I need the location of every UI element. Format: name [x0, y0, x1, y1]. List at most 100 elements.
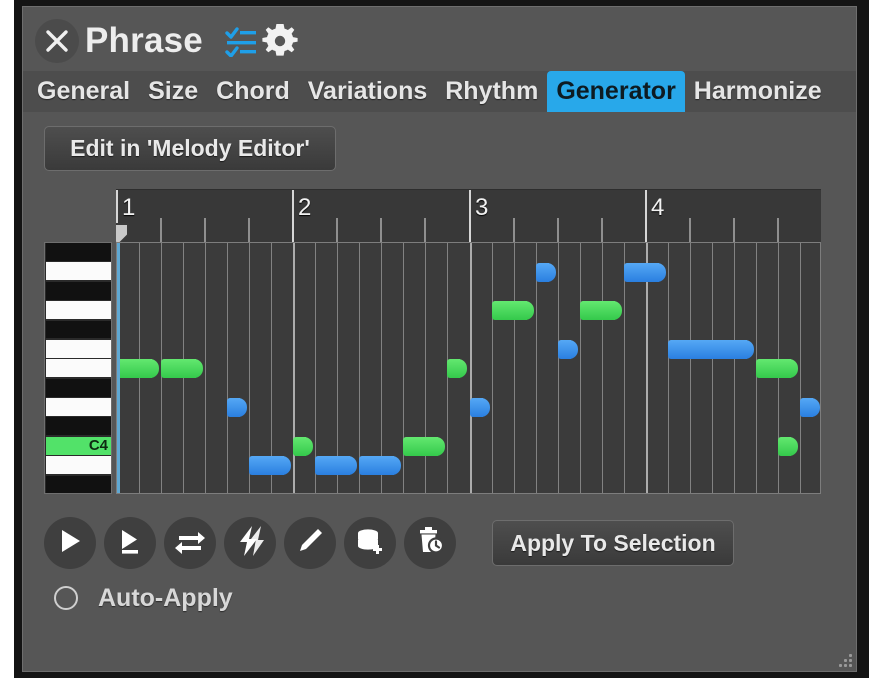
note-block[interactable] [315, 456, 357, 475]
play-selection-button[interactable] [104, 517, 156, 569]
play-button[interactable] [44, 517, 96, 569]
note-tip [149, 359, 159, 378]
apply-to-selection-button[interactable]: Apply To Selection [492, 520, 734, 566]
clear-history-button[interactable] [404, 517, 456, 569]
tab-harmonize[interactable]: Harmonize [685, 71, 831, 112]
piano-key[interactable] [46, 417, 111, 435]
note-block[interactable] [227, 398, 247, 417]
note-block[interactable] [492, 301, 534, 320]
ruler-tick [160, 218, 162, 242]
lightning-icon [235, 525, 265, 562]
note-block[interactable] [117, 359, 159, 378]
grid-cell-line [227, 243, 228, 493]
auto-apply-label: Auto-Apply [98, 584, 233, 613]
ruler-bar-number: 1 [122, 194, 135, 222]
tab-generator[interactable]: Generator [547, 71, 684, 112]
piano-key[interactable] [46, 243, 111, 261]
ruler-bar-number: 3 [475, 194, 488, 222]
note-tip [237, 398, 247, 417]
close-x-icon[interactable] [35, 19, 79, 63]
title-bar: Phrase [23, 7, 856, 71]
note-block[interactable] [470, 398, 490, 417]
piano-key[interactable] [46, 379, 111, 397]
piano-key[interactable] [46, 262, 111, 280]
phrase-window: Phrase Gene [22, 6, 857, 672]
note-block[interactable] [536, 263, 556, 282]
ruler-tick [424, 218, 426, 242]
note-tip [788, 437, 798, 456]
generate-button[interactable] [224, 517, 276, 569]
tab-size[interactable]: Size [139, 71, 207, 112]
grid-cell-line [690, 243, 691, 493]
playhead-handle[interactable] [116, 222, 130, 242]
note-block[interactable] [668, 340, 754, 359]
note-tip [480, 398, 490, 417]
database-add-icon [355, 526, 385, 561]
loop-button[interactable] [164, 517, 216, 569]
piano-key[interactable] [46, 301, 111, 319]
trash-history-icon [415, 526, 445, 561]
piano-key[interactable] [46, 456, 111, 474]
pencil-icon [295, 526, 325, 561]
grid-cell-line [668, 243, 669, 493]
note-block[interactable] [447, 359, 467, 378]
grid-cell-line [800, 243, 801, 493]
note-block[interactable] [249, 456, 291, 475]
note-grid[interactable] [116, 242, 821, 494]
note-body [249, 456, 284, 475]
note-block[interactable] [293, 437, 313, 456]
note-block[interactable] [756, 359, 798, 378]
grid-cell-line [712, 243, 713, 493]
play-icon [55, 526, 85, 561]
piano-key[interactable] [46, 359, 111, 377]
note-body [315, 456, 350, 475]
note-block[interactable] [558, 340, 578, 359]
tab-general[interactable]: General [23, 71, 139, 112]
note-tip [546, 263, 556, 282]
piano-roll: 1234 C4 [44, 189, 821, 511]
note-block[interactable] [403, 437, 445, 456]
page-title: Phrase [85, 17, 203, 65]
piano-key[interactable] [46, 321, 111, 339]
playhead-line [117, 243, 120, 493]
edit-in-melody-editor-button[interactable]: Edit in 'Melody Editor' [44, 126, 336, 171]
ruler-bar-number: 2 [298, 194, 311, 222]
grid-cell-line [580, 243, 581, 493]
ruler-tick [777, 218, 779, 242]
piano-key-c4[interactable]: C4 [46, 437, 111, 455]
note-block[interactable] [624, 263, 666, 282]
note-body [117, 359, 152, 378]
note-block[interactable] [778, 437, 798, 456]
note-body [161, 359, 196, 378]
grid-cell-line [734, 243, 735, 493]
note-block[interactable] [161, 359, 203, 378]
piano-key[interactable] [46, 476, 111, 494]
timeline-ruler[interactable]: 1234 [116, 189, 821, 242]
piano-key[interactable] [46, 398, 111, 416]
edit-button[interactable] [284, 517, 336, 569]
piano-key[interactable] [46, 340, 111, 358]
note-block[interactable] [800, 398, 820, 417]
resize-grip-icon[interactable] [836, 651, 852, 667]
piano-key[interactable] [46, 282, 111, 300]
tab-chord[interactable]: Chord [207, 71, 299, 112]
note-tip [788, 359, 798, 378]
grid-cell-line [205, 243, 206, 493]
tab-variations[interactable]: Variations [299, 71, 437, 112]
ruler-tick [601, 218, 603, 242]
tab-rhythm[interactable]: Rhythm [436, 71, 547, 112]
ruler-bar-line [645, 190, 647, 242]
ruler-tick [336, 218, 338, 242]
note-tip [612, 301, 622, 320]
note-tip [391, 456, 401, 475]
note-block[interactable] [359, 456, 401, 475]
note-tip [810, 398, 820, 417]
grid-bar-line [470, 243, 472, 493]
save-preset-button[interactable] [344, 517, 396, 569]
piano-keyboard[interactable]: C4 [44, 242, 112, 494]
note-block[interactable] [580, 301, 622, 320]
gear-icon[interactable] [261, 22, 299, 60]
auto-apply-radio-icon[interactable] [54, 586, 78, 610]
checklist-icon[interactable] [225, 27, 257, 57]
auto-apply-toggle[interactable]: Auto-Apply [44, 579, 233, 617]
